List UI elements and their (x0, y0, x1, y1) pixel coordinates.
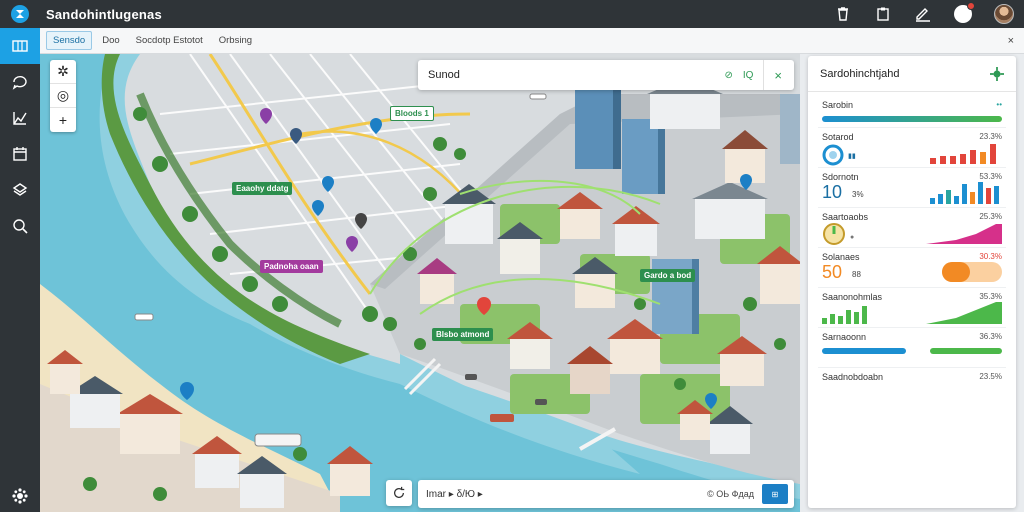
bar-sparkline (930, 182, 999, 204)
stat-mini: ▮▮ (848, 153, 856, 160)
stat-value: 36.3% (979, 332, 1002, 341)
stat-big-number: 10 (822, 182, 843, 202)
stat-value: 23.5% (979, 372, 1002, 381)
analytics-panel: Sardohinchtjahd Sarobin •• Sotarod 23.3%… (808, 56, 1016, 508)
stat-row[interactable]: Saanonohmlas 35.3% (818, 288, 1006, 328)
stat-row[interactable]: Sarnaoonn 36.3% (818, 328, 1006, 368)
search-bar[interactable]: Sunod ⊘ IQ × (418, 60, 794, 90)
stat-label: Saadnobdoabn (822, 372, 884, 382)
route-input[interactable]: Imar ▸ δ/Ю ▸ (426, 489, 483, 500)
route-bar: Imar ▸ δ/Ю ▸ © ОЬ Фдад ⊞ (418, 480, 794, 508)
rail-map-icon[interactable] (0, 28, 40, 64)
zoom-controls: ✲ ◎ + (50, 60, 76, 132)
divider (763, 60, 765, 90)
tab-socdotp[interactable]: Socdotp Estotot (130, 32, 209, 49)
refresh-button[interactable] (386, 480, 412, 506)
tab-sensdo[interactable]: Sensdo (46, 31, 93, 50)
app-window: Sandohintlugenas Sensdo Doo Socdotp Esto… (0, 0, 1024, 512)
search-filter-label[interactable]: IQ (743, 70, 754, 81)
app-title: Sandohintlugenas (46, 6, 162, 22)
panel-section: Sarobin •• (818, 92, 1006, 128)
locate-icon[interactable]: ◎ (50, 84, 76, 108)
compass-icon[interactable]: ✲ (50, 60, 76, 84)
edit-icon[interactable] (914, 5, 932, 23)
tab-orbsing[interactable]: Orbsing (213, 32, 258, 49)
left-rail (0, 28, 40, 512)
map-label[interactable]: Eaaohy ddatg (232, 182, 293, 195)
map-view[interactable]: ✲ ◎ + Sunod ⊘ IQ × Bloods 1 Eaaohy ddatg… (40, 54, 800, 512)
route-actions: © ОЬ Фдад ⊞ (707, 484, 794, 504)
search-input[interactable]: Sunod (428, 69, 460, 81)
stat-row[interactable]: Saadnobdoabn 23.5% (818, 368, 1006, 408)
stat-label: Sotarod (822, 132, 854, 142)
tab-bar: Sensdo Doo Socdotp Estotot Orbsing × (40, 28, 1024, 54)
panel-header: Sardohinchtjahd (808, 56, 1016, 92)
gear-icon[interactable] (990, 66, 1004, 81)
stat-row[interactable]: Sdornotn 53.3% 10 3% (818, 168, 1006, 208)
stat-sub: 88 (852, 270, 861, 279)
panel-title: Sardohinchtjahd (820, 67, 900, 80)
stat-label: Sarnaoonn (822, 332, 867, 342)
stat-value: 23.3% (979, 132, 1002, 141)
bar-sparkline (822, 306, 867, 324)
zoom-in-button[interactable]: + (50, 108, 76, 132)
stat-row[interactable]: Sotarod 23.3% ▮▮ (818, 128, 1006, 168)
map-label[interactable]: Gardo a bod (640, 269, 696, 282)
map-label[interactable]: Blsbo atmond (432, 328, 494, 341)
area-sparkline (926, 302, 1002, 324)
notification-dot (967, 2, 975, 10)
donut-icon (822, 144, 844, 166)
progress-bar (822, 116, 1002, 122)
rail-chat-icon[interactable] (0, 64, 40, 100)
progress-pill (942, 262, 1002, 282)
trash-icon[interactable] (834, 5, 852, 23)
stat-label: Solanaes (822, 252, 860, 262)
section-title: Sarobin (822, 100, 854, 110)
stat-row[interactable]: Saartoaobs 25.3% ● (818, 208, 1006, 248)
progress-bar (822, 348, 906, 354)
tab-doo[interactable]: Doo (96, 32, 125, 49)
search-icon[interactable]: ⊘ (724, 70, 732, 81)
close-search-icon[interactable]: × (774, 68, 782, 83)
clipboard-icon[interactable] (874, 5, 892, 23)
map-label[interactable]: Bloods 1 (390, 106, 434, 121)
notification-icon[interactable] (954, 2, 975, 23)
stat-label: Saanonohmlas (822, 292, 883, 302)
bar-sparkline (930, 144, 996, 164)
rail-settings-icon[interactable] (0, 488, 40, 504)
refresh-icon (394, 486, 405, 498)
avatar[interactable] (994, 4, 1014, 24)
route-meta: © ОЬ Фдад (707, 489, 754, 499)
stat-sub: 3% (852, 190, 864, 199)
topbar-actions (834, 2, 1024, 24)
stat-label: Sdornotn (822, 172, 859, 182)
rail-calendar-icon[interactable] (0, 136, 40, 172)
search-actions: ⊘ IQ × (724, 60, 794, 90)
stat-big-number: 50 (822, 262, 843, 282)
map-label[interactable]: Padnoha oaan (260, 260, 323, 273)
rail-search-icon[interactable] (0, 208, 40, 244)
rail-layers-icon[interactable] (0, 172, 40, 208)
stat-mini: ● (850, 234, 855, 241)
section-more-icon[interactable]: •• (996, 100, 1002, 109)
map-canvas (40, 54, 800, 512)
stat-row[interactable]: Solanaes 30.3% 50 88 (818, 248, 1006, 288)
stat-label: Saartoaobs (822, 212, 869, 222)
app-logo[interactable] (0, 0, 40, 28)
close-icon[interactable]: × (1008, 35, 1014, 47)
area-sparkline (926, 224, 1002, 244)
gauge-icon (823, 223, 845, 245)
top-bar: Sandohintlugenas (0, 0, 1024, 28)
progress-bar (930, 348, 1002, 354)
route-go-button[interactable]: ⊞ (762, 484, 788, 504)
rail-chart-icon[interactable] (0, 100, 40, 136)
